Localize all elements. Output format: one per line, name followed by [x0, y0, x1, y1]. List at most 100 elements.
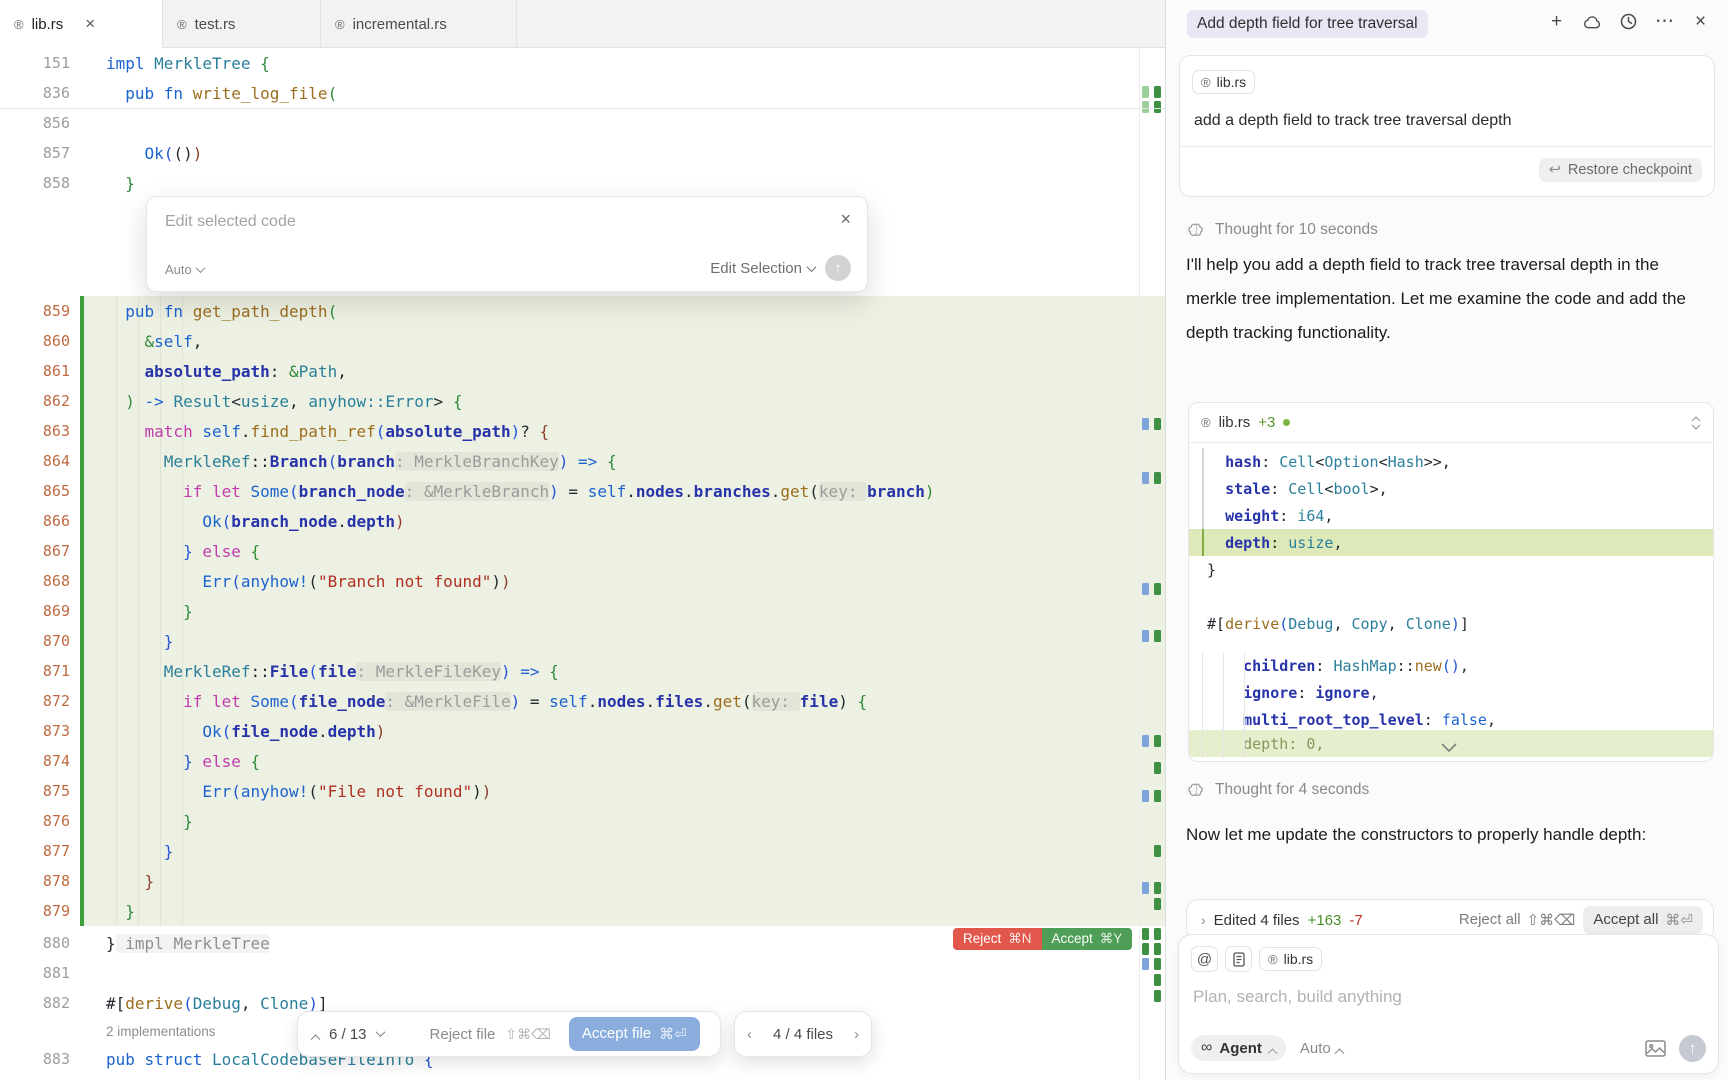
model-label: Auto	[1300, 1040, 1331, 1057]
rust-file-icon: ®	[14, 18, 24, 31]
tab-librs[interactable]: ® lib.rs ×	[0, 0, 163, 48]
code-line[interactable]: 868 Err(anyhow!("Branch not found"))	[0, 566, 1166, 596]
code-line[interactable]: 872 if let Some(file_node: &MerkleFile) …	[0, 686, 1166, 716]
diff-card-header[interactable]: ® lib.rs +3	[1189, 403, 1713, 443]
thought-label: Thought for 10 seconds	[1215, 221, 1378, 239]
agent-mode-dropdown[interactable]: ∞ Agent	[1191, 1035, 1286, 1061]
line-number: 865	[0, 482, 84, 500]
accept-shortcut: ⌘Y	[1100, 931, 1123, 947]
edited-files-label[interactable]: Edited 4 files	[1214, 912, 1300, 929]
code-line[interactable]: 867 } else {	[0, 536, 1166, 566]
infinity-icon: ∞	[1201, 1039, 1212, 1057]
submit-edit-button[interactable]: ↑	[825, 255, 851, 281]
file-chip[interactable]: ® lib.rs	[1192, 70, 1255, 94]
rust-file-icon: ®	[1268, 953, 1278, 966]
code-line[interactable]: 860 &self,	[0, 326, 1166, 356]
action-label: Edit Selection	[710, 260, 802, 277]
code-line[interactable]: 151impl MerkleTree {	[0, 48, 1166, 78]
reject-all-button[interactable]: Reject all ⇧⌘⌫	[1459, 911, 1575, 929]
code-line[interactable]: 876 }	[0, 806, 1166, 836]
code-line[interactable]: 859 pub fn get_path_depth(	[0, 296, 1166, 326]
accept-all-button[interactable]: Accept all ⌘⏎	[1583, 906, 1703, 934]
code-line[interactable]: 879 }	[0, 896, 1166, 926]
diff-mark	[1142, 86, 1149, 98]
code-line[interactable]: 877 }	[0, 836, 1166, 866]
more-icon[interactable]: ⋯	[1655, 12, 1674, 31]
line-number: 882	[0, 994, 84, 1012]
close-icon[interactable]: ×	[840, 209, 851, 230]
assistant-text: I'll help you add a depth field to track…	[1186, 248, 1710, 350]
diff-mark	[1154, 974, 1161, 986]
reject-button[interactable]: Reject ⌘N	[953, 928, 1042, 950]
cloud-icon[interactable]	[1583, 12, 1602, 31]
mention-button[interactable]: @	[1191, 946, 1218, 972]
file-chip[interactable]: ® lib.rs	[1259, 947, 1322, 971]
code-line[interactable]: 856	[0, 108, 1166, 138]
model-mode-dropdown[interactable]: Auto	[165, 262, 204, 277]
code-line[interactable]: 878 }	[0, 866, 1166, 896]
line-number: 151	[0, 54, 84, 72]
send-button[interactable]: ↑	[1679, 1035, 1706, 1062]
line-number: 864	[0, 452, 84, 470]
assistant-text: Now let me update the constructors to pr…	[1186, 818, 1710, 852]
code-line[interactable]: 873 Ok(file_node.depth)	[0, 716, 1166, 746]
thought-label: Thought for 4 seconds	[1215, 781, 1369, 799]
chat-input-placeholder[interactable]: Plan, search, build anything	[1193, 987, 1402, 1007]
chat-title[interactable]: Add depth field for tree traversal	[1187, 10, 1428, 38]
code-line[interactable]: 863 match self.find_path_ref(absolute_pa…	[0, 416, 1166, 446]
tab-close-icon[interactable]: ×	[85, 14, 95, 34]
reject-file-shortcut: ⇧⌘⌫	[505, 1026, 551, 1043]
prev-file-icon[interactable]: ‹	[747, 1026, 752, 1043]
rust-file-icon: ®	[1201, 416, 1211, 429]
reject-all-label: Reject all	[1459, 911, 1521, 929]
minimap-divider	[1139, 48, 1140, 1080]
history-icon[interactable]	[1619, 12, 1638, 31]
diff-mark	[1142, 943, 1149, 955]
edit-code-input[interactable]: Edit selected code	[165, 213, 296, 231]
context-doc-icon[interactable]	[1225, 946, 1252, 972]
code-line[interactable]: 866 Ok(branch_node.depth)	[0, 506, 1166, 536]
close-icon[interactable]: ×	[1691, 12, 1710, 31]
diff-mark	[1154, 990, 1161, 1002]
new-chat-icon[interactable]: +	[1547, 12, 1566, 31]
code-line[interactable]: 875 Err(anyhow!("File not found"))	[0, 776, 1166, 806]
attach-image-icon[interactable]	[1645, 1040, 1666, 1057]
code-line[interactable]: 865 if let Some(branch_node: &MerkleBran…	[0, 476, 1166, 506]
mode-label: Auto	[165, 262, 192, 277]
code-line[interactable]: 870 }	[0, 626, 1166, 656]
expand-collapse-icon[interactable]	[1691, 416, 1701, 430]
code-line[interactable]: 881	[0, 958, 1166, 988]
expand-more-icon[interactable]	[1441, 743, 1457, 752]
diff-card: ® lib.rs +3 hash: Cell<Option<Hash>>, st…	[1188, 402, 1714, 762]
code-line[interactable]: 861 absolute_path: &Path,	[0, 356, 1166, 386]
diff-mark	[1142, 472, 1149, 484]
code-line[interactable]: 836 pub fn write_log_file(	[0, 78, 1166, 108]
next-file-icon[interactable]: ›	[854, 1026, 859, 1043]
reject-file-button[interactable]: Reject file	[430, 1026, 496, 1043]
accept-button[interactable]: Accept ⌘Y	[1042, 928, 1133, 950]
accept-file-button[interactable]: Accept file ⌘⏎	[569, 1017, 700, 1051]
code-line[interactable]: 857 Ok(())	[0, 138, 1166, 168]
next-diff-icon[interactable]	[375, 1027, 385, 1037]
chevron-up-icon	[1334, 1048, 1344, 1058]
diff-mark	[1154, 418, 1161, 430]
chat-input-card[interactable]: @ ® lib.rs Plan, search, build anything …	[1178, 934, 1719, 1074]
diff-nav-toolbar: 6 / 13 Reject file ⇧⌘⌫ Accept file ⌘⏎	[297, 1011, 721, 1057]
thought-row[interactable]: Thought for 10 seconds	[1187, 221, 1378, 239]
model-dropdown[interactable]: Auto	[1300, 1040, 1343, 1057]
line-number: 881	[0, 964, 84, 982]
prev-diff-icon[interactable]	[311, 1034, 321, 1044]
restore-checkpoint-button[interactable]: ↩ Restore checkpoint	[1539, 158, 1702, 182]
diff-code-line: ignore: ignore,	[1189, 679, 1713, 706]
code-line[interactable]: 858 }	[0, 168, 1166, 198]
diff-gutter-line-added	[1202, 529, 1204, 556]
diff-gutter-line	[1202, 448, 1204, 529]
expand-icon[interactable]: ›	[1201, 912, 1206, 928]
code-line[interactable]: 874 } else {	[0, 746, 1166, 776]
code-line[interactable]: 869 }	[0, 596, 1166, 626]
code-line[interactable]: 871 MerkleRef::File(file: MerkleFileKey)…	[0, 656, 1166, 686]
code-line[interactable]: 864 MerkleRef::Branch(branch: MerkleBran…	[0, 446, 1166, 476]
thought-row[interactable]: Thought for 4 seconds	[1187, 781, 1369, 799]
code-line[interactable]: 862 ) -> Result<usize, anyhow::Error> {	[0, 386, 1166, 416]
edit-selection-dropdown[interactable]: Edit Selection	[710, 260, 815, 277]
